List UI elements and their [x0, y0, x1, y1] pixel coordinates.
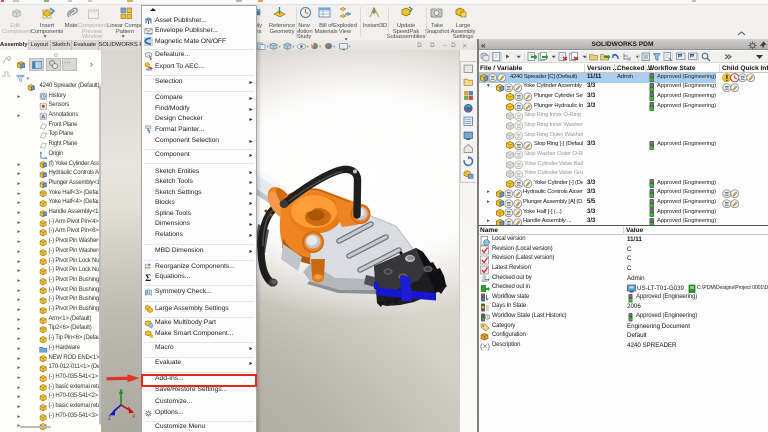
svg-text:(×): (×) — [480, 342, 490, 351]
svg-text:A: A — [41, 114, 45, 120]
svg-text:AEC: AEC — [146, 68, 153, 71]
svg-text:X: X — [132, 414, 136, 420]
svg-text:Z: Z — [108, 416, 111, 421]
svg-text:Y: Y — [120, 390, 124, 396]
svg-text:Σ: Σ — [145, 273, 151, 282]
